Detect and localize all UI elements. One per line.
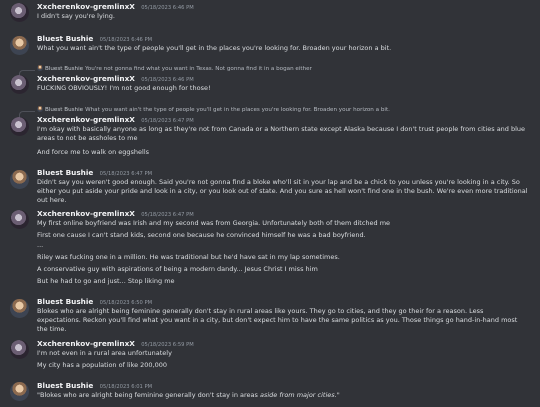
- avatar[interactable]: [10, 210, 29, 229]
- avatar[interactable]: [10, 299, 29, 318]
- reply-avatar: [37, 65, 43, 71]
- message-text: I'm not even in a rural area unfortunate…: [37, 349, 172, 357]
- message-text: Blokes who are alright being feminine ge…: [37, 307, 518, 333]
- quote-italic: aside from major cities: [260, 391, 335, 399]
- reply-author: Bluest Bushie: [45, 66, 84, 72]
- timestamp: 05/18/2023 6:50 PM: [99, 300, 153, 306]
- message-text: And force me to walk on eggshells: [37, 148, 150, 156]
- timestamp: 05/18/2023 6:47 PM: [99, 171, 153, 177]
- timestamp: 05/18/2023 6:47 PM: [141, 118, 194, 124]
- message-text: My city has a population of like 200,000: [37, 361, 168, 369]
- author-name[interactable]: Bluest Bushie: [37, 381, 93, 390]
- reply-spine: [19, 111, 35, 117]
- message-text: FUCKING OBVIOUSLY! I'm not good enough f…: [37, 84, 211, 92]
- avatar[interactable]: [10, 382, 29, 401]
- reply-author: Bluest Bushie: [45, 107, 84, 113]
- avatar[interactable]: [10, 170, 29, 189]
- author-name[interactable]: Bluest Bushie: [37, 168, 93, 177]
- reply-text: You're not gonna find what you want in T…: [85, 66, 312, 72]
- message-text: First one cause I can't stand kids, seco…: [37, 231, 366, 239]
- timestamp: 05/18/2023 6:01 PM: [99, 384, 153, 390]
- message-text: I'm okay with basically anyone as long a…: [37, 125, 526, 142]
- timestamp: 05/18/2023 6:59 PM: [141, 342, 194, 348]
- author-name[interactable]: Xxcherenkov-gremlinxX: [37, 74, 135, 83]
- message-text: Didn't say you weren't good enough. Said…: [37, 178, 528, 204]
- author-name[interactable]: Bluest Bushie: [37, 34, 93, 43]
- author-name[interactable]: Xxcherenkov-gremlinxX: [37, 115, 135, 124]
- author-name[interactable]: Bluest Bushie: [37, 297, 93, 306]
- chat-log: Xxcherenkov-gremlinxX 05/18/2023 6:46 PM…: [0, 0, 540, 407]
- timestamp: 05/18/2023 6:46 PM: [141, 5, 194, 11]
- message-text: My first online boyfriend was Irish and …: [37, 219, 391, 227]
- avatar[interactable]: [10, 3, 29, 22]
- reply-text: What you want ain't the type of people y…: [85, 107, 390, 113]
- avatar[interactable]: [10, 36, 29, 55]
- reply-avatar: [37, 106, 43, 112]
- avatar[interactable]: [10, 75, 29, 94]
- avatar[interactable]: [10, 117, 29, 136]
- message-text: But he had to go and just... Stop liking…: [37, 277, 175, 285]
- message-text: What you want ain't the type of people y…: [37, 44, 392, 52]
- timestamp: 05/18/2023 6:47 PM: [141, 212, 194, 218]
- reply-preview[interactable]: Bluest Bushie You're not gonna find what …: [37, 65, 312, 73]
- author-name[interactable]: Xxcherenkov-gremlinxX: [37, 339, 135, 348]
- author-name[interactable]: Xxcherenkov-gremlinxX: [37, 2, 135, 11]
- message-text: "Blokes who are alright being feminine g…: [37, 391, 528, 400]
- message-text: Riley was fucking one in a million. He w…: [37, 253, 340, 261]
- quote-end: .": [334, 391, 340, 399]
- author-name[interactable]: Xxcherenkov-gremlinxX: [37, 209, 135, 218]
- timestamp: 05/18/2023 6:46 PM: [141, 77, 194, 83]
- message-text: A conservative guy with aspirations of b…: [37, 265, 318, 273]
- avatar[interactable]: [10, 340, 29, 359]
- timestamp: 05/18/2023 6:46 PM: [99, 37, 153, 43]
- message-text: I didn't say you're lying.: [37, 12, 115, 20]
- message-text: ...: [37, 241, 44, 249]
- quote-text: "Blokes who are alright being feminine g…: [37, 391, 260, 399]
- reply-preview[interactable]: Bluest Bushie What you want ain't the typ…: [37, 106, 390, 114]
